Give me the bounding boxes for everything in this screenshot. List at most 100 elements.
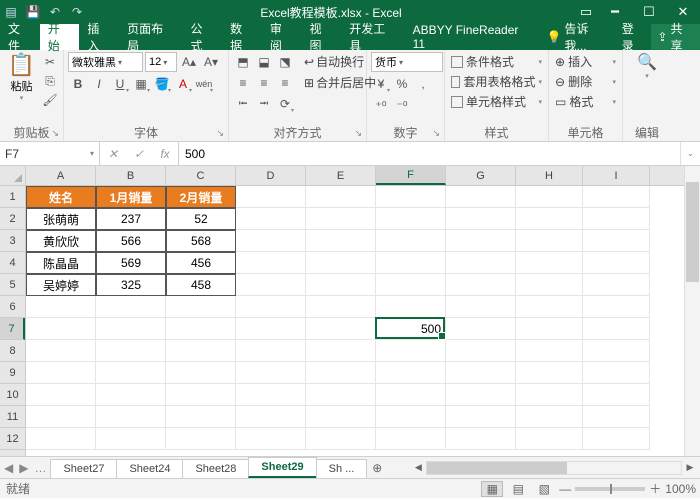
row-header-11[interactable]: 11 bbox=[0, 406, 25, 428]
cell[interactable]: 2月销量 bbox=[166, 186, 236, 208]
view-page-break-icon[interactable]: ▧ bbox=[533, 481, 555, 497]
sheet-tab[interactable]: Sheet27 bbox=[50, 459, 117, 478]
cell[interactable] bbox=[446, 384, 516, 406]
cell[interactable] bbox=[306, 406, 376, 428]
col-header-A[interactable]: A bbox=[26, 166, 96, 185]
cell[interactable] bbox=[236, 428, 306, 450]
cell[interactable] bbox=[26, 428, 96, 450]
cell[interactable] bbox=[516, 406, 583, 428]
cell[interactable] bbox=[166, 296, 236, 318]
format-as-table-button[interactable]: 套用表格格式 bbox=[449, 72, 544, 91]
cell[interactable] bbox=[376, 252, 446, 274]
cell[interactable] bbox=[583, 274, 650, 296]
cell[interactable] bbox=[583, 340, 650, 362]
sheet-nav-more-icon[interactable]: … bbox=[34, 461, 46, 475]
cell[interactable]: 568 bbox=[166, 230, 236, 252]
align-left-icon[interactable]: ≡ bbox=[233, 73, 253, 93]
cell[interactable] bbox=[96, 384, 166, 406]
select-all-corner[interactable] bbox=[0, 166, 25, 186]
row-header-10[interactable]: 10 bbox=[0, 384, 25, 406]
underline-button[interactable]: U bbox=[110, 74, 130, 94]
border-button[interactable]: ▦ bbox=[131, 74, 151, 94]
row-header-5[interactable]: 5 bbox=[0, 274, 25, 296]
col-header-I[interactable]: I bbox=[583, 166, 650, 185]
orientation-icon[interactable]: ⟳ bbox=[275, 94, 295, 114]
cell[interactable] bbox=[96, 406, 166, 428]
cell[interactable] bbox=[446, 318, 516, 340]
cell[interactable] bbox=[166, 340, 236, 362]
cell[interactable] bbox=[26, 362, 96, 384]
sheet-nav-next-icon[interactable]: ▶ bbox=[19, 461, 28, 475]
tab-home[interactable]: 开始 bbox=[40, 24, 80, 50]
cell[interactable] bbox=[583, 384, 650, 406]
indent-inc-icon[interactable]: ⭲ bbox=[254, 94, 274, 114]
cell[interactable] bbox=[516, 296, 583, 318]
scroll-right-icon[interactable]: ▶ bbox=[682, 461, 698, 475]
cell[interactable] bbox=[306, 428, 376, 450]
cell[interactable] bbox=[26, 406, 96, 428]
font-color-button[interactable]: A bbox=[173, 74, 193, 94]
cell[interactable] bbox=[306, 230, 376, 252]
row-header-2[interactable]: 2 bbox=[0, 208, 25, 230]
cell[interactable] bbox=[236, 296, 306, 318]
cell[interactable] bbox=[236, 318, 306, 340]
cell[interactable] bbox=[376, 208, 446, 230]
cell[interactable]: 458 bbox=[166, 274, 236, 296]
number-launcher-icon[interactable]: ↘ bbox=[432, 128, 440, 139]
expand-formula-bar-icon[interactable]: ⌄ bbox=[680, 142, 700, 165]
delete-cells-button[interactable]: ⊖删除 bbox=[553, 72, 618, 91]
cell[interactable] bbox=[583, 406, 650, 428]
cell[interactable] bbox=[26, 318, 96, 340]
tab-file[interactable]: 文件 bbox=[0, 24, 40, 50]
row-header-3[interactable]: 3 bbox=[0, 230, 25, 252]
enter-formula-icon[interactable]: ✓ bbox=[126, 142, 152, 165]
cell[interactable] bbox=[96, 362, 166, 384]
cell[interactable] bbox=[236, 186, 306, 208]
cell[interactable] bbox=[306, 274, 376, 296]
tab-data[interactable]: 数据 bbox=[222, 24, 262, 50]
row-header-1[interactable]: 1 bbox=[0, 186, 25, 208]
cancel-formula-icon[interactable]: ✕ bbox=[100, 142, 126, 165]
cell[interactable] bbox=[446, 274, 516, 296]
align-center-icon[interactable]: ≡ bbox=[254, 73, 274, 93]
row-header-6[interactable]: 6 bbox=[0, 296, 25, 318]
cell[interactable] bbox=[306, 252, 376, 274]
cell[interactable] bbox=[26, 384, 96, 406]
cell[interactable] bbox=[306, 362, 376, 384]
cell[interactable] bbox=[306, 296, 376, 318]
tab-developer[interactable]: 开发工具 bbox=[341, 24, 404, 50]
cell[interactable] bbox=[236, 406, 306, 428]
new-sheet-button[interactable]: ⊕ bbox=[366, 457, 388, 478]
cell[interactable] bbox=[96, 318, 166, 340]
cell[interactable] bbox=[26, 296, 96, 318]
cell[interactable] bbox=[376, 384, 446, 406]
cell[interactable] bbox=[166, 318, 236, 340]
cell[interactable]: 456 bbox=[166, 252, 236, 274]
cell[interactable]: 237 bbox=[96, 208, 166, 230]
cell[interactable] bbox=[236, 362, 306, 384]
font-launcher-icon[interactable]: ↘ bbox=[216, 128, 224, 139]
cell[interactable] bbox=[516, 274, 583, 296]
italic-button[interactable]: I bbox=[89, 74, 109, 94]
cut-icon[interactable]: ✂ bbox=[41, 54, 59, 70]
paste-button[interactable]: 📋 粘贴 ▾ bbox=[4, 52, 39, 102]
cell[interactable] bbox=[583, 208, 650, 230]
zoom-in-icon[interactable]: ＋ bbox=[649, 480, 661, 497]
cell[interactable] bbox=[583, 296, 650, 318]
zoom-level[interactable]: 100% bbox=[665, 482, 696, 496]
cell[interactable] bbox=[236, 208, 306, 230]
name-box[interactable]: F7▾ bbox=[0, 142, 100, 165]
cell[interactable] bbox=[583, 318, 650, 340]
phonetic-button[interactable]: wén bbox=[194, 74, 214, 94]
cell[interactable] bbox=[446, 208, 516, 230]
cell[interactable] bbox=[583, 252, 650, 274]
cell[interactable] bbox=[166, 362, 236, 384]
grow-font-icon[interactable]: A▴ bbox=[179, 52, 199, 72]
align-middle-icon[interactable]: ⬓ bbox=[254, 52, 274, 72]
tab-page-layout[interactable]: 页面布局 bbox=[119, 24, 182, 50]
sheet-tab[interactable]: Sheet29 bbox=[248, 457, 316, 478]
cell[interactable]: 52 bbox=[166, 208, 236, 230]
tab-insert[interactable]: 插入 bbox=[79, 24, 119, 50]
formula-input[interactable]: 500 bbox=[179, 147, 680, 161]
tell-me[interactable]: 💡告诉我... bbox=[541, 24, 616, 50]
